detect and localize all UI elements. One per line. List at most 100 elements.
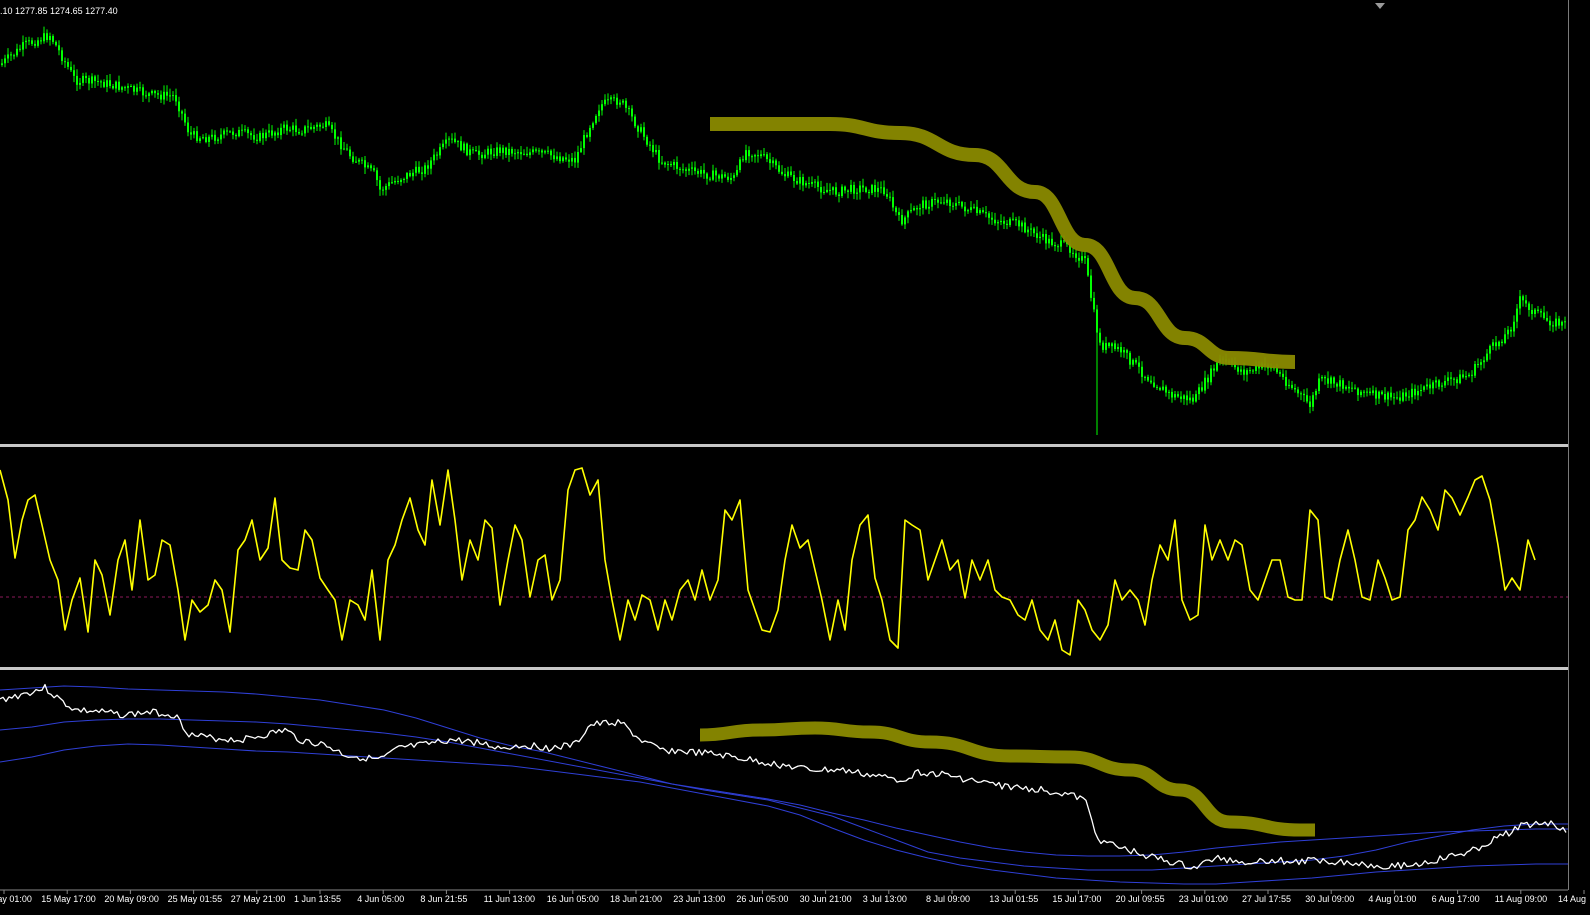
candle-body	[1339, 380, 1341, 387]
candle-body	[1030, 228, 1032, 230]
candle-body	[280, 127, 282, 136]
candle-body	[1504, 334, 1506, 343]
candle-body	[298, 132, 300, 134]
candle-body	[994, 219, 996, 224]
candle-body	[232, 131, 234, 135]
candle-body	[1285, 376, 1287, 386]
candle-body	[1519, 296, 1521, 309]
candle-body	[940, 202, 942, 204]
time-tick-label: 30 Jun 21:00	[800, 894, 852, 904]
candle-body	[1300, 393, 1302, 395]
candle-body	[19, 48, 21, 50]
candle-body	[544, 151, 546, 153]
candle-body	[181, 111, 183, 114]
candle-body	[1330, 377, 1332, 384]
candle-body	[1120, 347, 1122, 353]
candle-body	[1543, 312, 1545, 319]
candle-body	[475, 150, 477, 151]
candle-body	[265, 132, 267, 139]
candle-body	[364, 160, 366, 168]
candle-body	[766, 154, 768, 160]
candle-body	[136, 87, 138, 92]
candle-body	[805, 183, 807, 186]
candle-body	[1240, 369, 1242, 372]
candle-body	[634, 116, 636, 127]
candle-body	[67, 62, 69, 67]
candle-body	[1438, 380, 1440, 387]
candle-body	[511, 148, 513, 154]
candle-body	[16, 48, 18, 56]
candle-body	[730, 178, 732, 180]
time-tick-label: 8 Jun 21:55	[420, 894, 467, 904]
candle-body	[1396, 397, 1398, 399]
candle-body	[1486, 353, 1488, 361]
candle-body	[1072, 252, 1074, 254]
candle-body	[610, 97, 612, 100]
candle-body	[358, 159, 360, 162]
candle-body	[835, 187, 837, 195]
candle-body	[187, 122, 189, 133]
candle-body	[31, 40, 33, 44]
candle-body	[928, 206, 930, 209]
candle-body	[943, 202, 945, 204]
candle-body	[55, 41, 57, 46]
candle-body	[1009, 218, 1011, 226]
candle-body	[547, 150, 549, 152]
candle-body	[568, 159, 570, 162]
candle-body	[91, 76, 93, 84]
candle-body	[406, 173, 408, 179]
candle-body	[865, 187, 867, 192]
candle-body	[1405, 392, 1407, 397]
candle-body	[709, 178, 711, 180]
candle-body	[703, 169, 705, 174]
candle-body	[1078, 257, 1080, 261]
candle-body	[1342, 380, 1344, 389]
candle-body	[1414, 388, 1416, 396]
candle-body	[1381, 391, 1383, 394]
candle-body	[949, 199, 951, 206]
candle-body	[127, 86, 129, 88]
candle-body	[289, 129, 291, 131]
candle-body	[1384, 394, 1386, 400]
candle-body	[622, 100, 624, 103]
candle-body	[385, 186, 387, 190]
candle-body	[745, 150, 747, 161]
candle-body	[1174, 394, 1176, 398]
candle-body	[1387, 392, 1389, 400]
candle-body	[1555, 318, 1557, 327]
time-tick-label: 4 Jun 05:00	[357, 894, 404, 904]
candle-body	[541, 150, 543, 153]
panel-separator-2[interactable]	[0, 667, 1568, 670]
candle-body	[877, 187, 879, 192]
candle-body	[34, 43, 36, 46]
candle-body	[1051, 238, 1053, 246]
candle-body	[901, 215, 903, 225]
candle-body	[1336, 383, 1338, 387]
candle-body	[166, 91, 168, 96]
candle-body	[700, 169, 702, 174]
candle-body	[904, 217, 906, 225]
candle-body	[583, 135, 585, 149]
candle-body	[184, 113, 186, 123]
candle-body	[1054, 245, 1056, 247]
candle-body	[1216, 362, 1218, 371]
trading-chart[interactable]: .10 1277.85 1274.65 1277.40 11 May 01:00…	[0, 0, 1590, 915]
candle-body	[775, 160, 777, 166]
candle-body	[1444, 381, 1446, 386]
candle-body	[973, 206, 975, 208]
candle-body	[235, 134, 237, 137]
candle-body	[637, 126, 639, 132]
candle-body	[1108, 343, 1110, 347]
candle-body	[838, 194, 840, 196]
candle-body	[151, 90, 153, 94]
candle-body	[241, 129, 243, 131]
candle-body	[502, 147, 504, 153]
candle-body	[691, 167, 693, 169]
candle-body	[253, 135, 255, 140]
candle-body	[1549, 320, 1551, 326]
candle-body	[1282, 373, 1284, 377]
candle-body	[1018, 220, 1020, 227]
panel-separator-1[interactable]	[0, 444, 1568, 447]
candle-body	[1471, 374, 1473, 376]
candle-body	[205, 137, 207, 142]
